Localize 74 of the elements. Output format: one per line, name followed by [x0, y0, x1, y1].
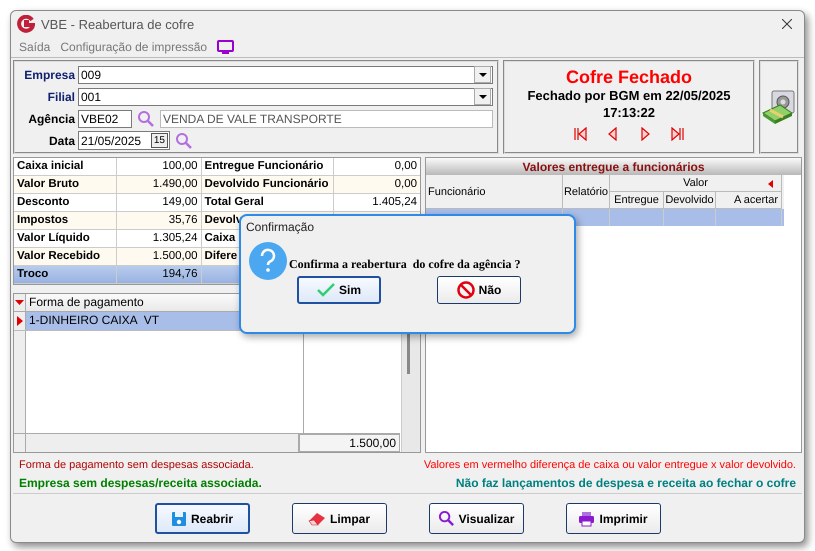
close-icon[interactable]	[782, 19, 792, 29]
table-cell: Troco	[14, 266, 117, 283]
first-icon[interactable]	[574, 127, 588, 141]
caret-icon	[478, 94, 486, 98]
field-label: Empresa	[23, 68, 75, 82]
table-cell: Impostos	[14, 212, 117, 229]
table-cell: 1.500,00	[116, 248, 202, 265]
dialog-message: Confirma a reabertura do cofre da agência ?	[289, 256, 521, 272]
action-button[interactable]: Visualizar	[428, 503, 524, 534]
sort-icon	[15, 300, 24, 305]
table-cell: 0,00	[394, 160, 418, 172]
column-header[interactable]: Valor	[610, 175, 782, 192]
panel-title: Valores entregue a funcionários	[522, 160, 705, 174]
table-cell: Total Geral	[204, 196, 264, 208]
table-cell: 1.405,24	[372, 196, 418, 208]
search-icon[interactable]	[137, 110, 155, 128]
row-pointer-icon	[16, 316, 22, 326]
action-button[interactable]: Limpar	[292, 503, 386, 534]
table-cell: 35,76	[116, 212, 202, 229]
table-cell: Difere	[204, 250, 238, 262]
table-cell: 1.305,24	[116, 230, 202, 247]
agency-code-field[interactable]: VBE02	[78, 110, 132, 128]
floppy-icon	[170, 510, 187, 526]
table-cell: 100,00	[116, 158, 202, 175]
action-button[interactable]: Imprimir	[566, 503, 660, 534]
agency-name-field[interactable]: VENDA DE VALE TRANSPORTE	[160, 110, 493, 128]
monitor-icon[interactable]	[217, 40, 234, 54]
table-cell: Desconto	[14, 194, 117, 211]
search-icon[interactable]	[175, 132, 193, 150]
question-icon	[249, 242, 287, 280]
table-cell: Valor Líquido	[14, 230, 117, 247]
dialog-title: Confirmação	[245, 219, 316, 236]
table-cell: Caixa inicial	[14, 158, 117, 175]
menu-item[interactable]: Configuração de impressão	[60, 40, 208, 54]
search-icon	[438, 510, 455, 527]
notice-text: Não faz lançamentos de despesa e receita ao fechar o cofre	[454, 476, 796, 492]
caret-icon	[478, 72, 486, 76]
status-title: Cofre Fechado	[566, 67, 692, 87]
company-dropdown[interactable]: 009	[78, 66, 493, 84]
printer-icon	[578, 510, 596, 526]
branch-dropdown[interactable]: 001	[78, 88, 493, 106]
status-time: 17:13:22	[602, 104, 656, 121]
notice-text: Valores em vermelho diferença de caixa ou valor entregue x valor devolvido.	[422, 459, 796, 473]
date-field[interactable]: 21/05/2025 15	[78, 131, 170, 150]
notice-text: Forma de pagamento sem despesas associada.	[19, 459, 255, 473]
window-title: VBE - Reabertura de cofre	[41, 16, 194, 32]
last-icon[interactable]	[670, 127, 684, 141]
table-cell: Devolvido Funcionário	[204, 178, 329, 190]
status-detail: Fechado por BGM em 22/05/2025	[527, 87, 731, 104]
check-icon	[316, 283, 335, 297]
field-label: Filial	[46, 90, 75, 104]
table-cell: 1.490,00	[116, 176, 202, 193]
field-label: Agência	[27, 112, 75, 126]
table-cell: Valor Bruto	[14, 176, 117, 193]
safe-money-icon[interactable]	[762, 89, 796, 125]
calendar-button[interactable]: 15	[150, 133, 168, 148]
table-cell: Entregue Funcionário	[204, 160, 324, 172]
table-cell: 0,00	[394, 178, 418, 190]
column-header: Valor	[683, 177, 708, 189]
total-cell: 1.500,00	[299, 434, 400, 452]
logo-icon	[17, 15, 35, 33]
dialog-button[interactable]: Sim	[297, 276, 381, 304]
table-cell: 194,76	[116, 266, 202, 283]
table-cell: 149,00	[116, 194, 202, 211]
table-cell: Valor Recebido	[14, 248, 117, 265]
prohibited-icon	[456, 281, 475, 299]
menu-item[interactable]: Saída	[19, 40, 50, 54]
field-label: Data	[48, 134, 75, 148]
collapse-icon[interactable]	[768, 180, 773, 188]
table-cell: Caixa	[204, 232, 236, 244]
action-button[interactable]: Reabrir	[154, 503, 250, 534]
eraser-icon	[308, 512, 326, 526]
dialog-button[interactable]: Não	[437, 276, 521, 304]
notice-text: Empresa sem despesas/receita associada.	[19, 476, 263, 492]
